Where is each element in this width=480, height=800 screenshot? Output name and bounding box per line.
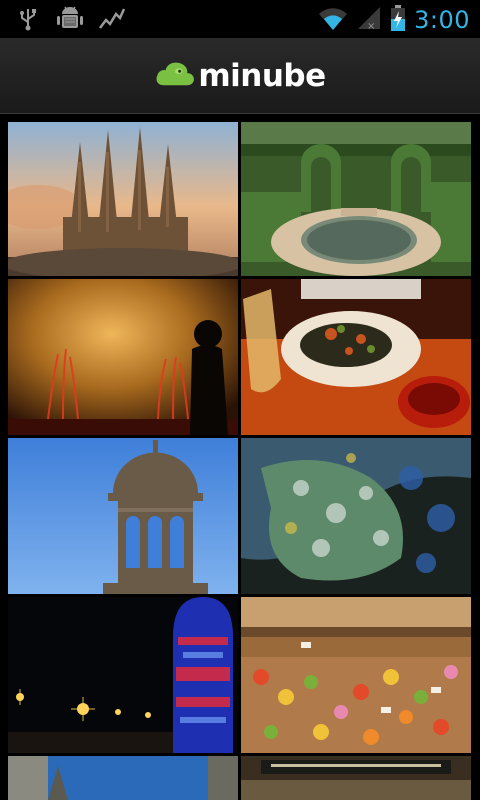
photo-tile-agbar-tower-night[interactable] bbox=[8, 597, 238, 753]
app-logo-text: minube bbox=[198, 57, 326, 94]
photo-tile-sagrada-familia[interactable] bbox=[8, 122, 238, 276]
photo-tile-boqueria-market[interactable] bbox=[241, 597, 471, 753]
status-clock: 3:00 bbox=[414, 6, 470, 34]
photo-tile-mosaic-dragon[interactable] bbox=[241, 438, 471, 594]
photo-tile-domed-tower[interactable] bbox=[8, 438, 238, 594]
photo-tile-market-stall-sign[interactable] bbox=[241, 756, 471, 800]
cloud-icon bbox=[154, 59, 196, 93]
photo-tile-gothic-street[interactable] bbox=[8, 756, 238, 800]
app-logo[interactable]: minube bbox=[154, 57, 326, 94]
wifi-icon bbox=[318, 5, 348, 35]
photo-tile-tapas-plate[interactable] bbox=[241, 279, 471, 435]
photo-grid bbox=[0, 114, 480, 800]
app-bar: minube bbox=[0, 38, 480, 114]
usb-icon bbox=[14, 6, 42, 32]
status-bar: × 3:00 bbox=[0, 0, 480, 38]
battery-charging-icon bbox=[390, 4, 406, 36]
svg-text:×: × bbox=[367, 21, 375, 31]
android-debug-icon bbox=[56, 6, 84, 32]
signal-icon: × bbox=[356, 5, 382, 35]
activity-graph-icon bbox=[98, 6, 126, 32]
photo-tile-labyrinth-garden[interactable] bbox=[241, 122, 471, 276]
photo-tile-magic-fountain[interactable] bbox=[8, 279, 238, 435]
